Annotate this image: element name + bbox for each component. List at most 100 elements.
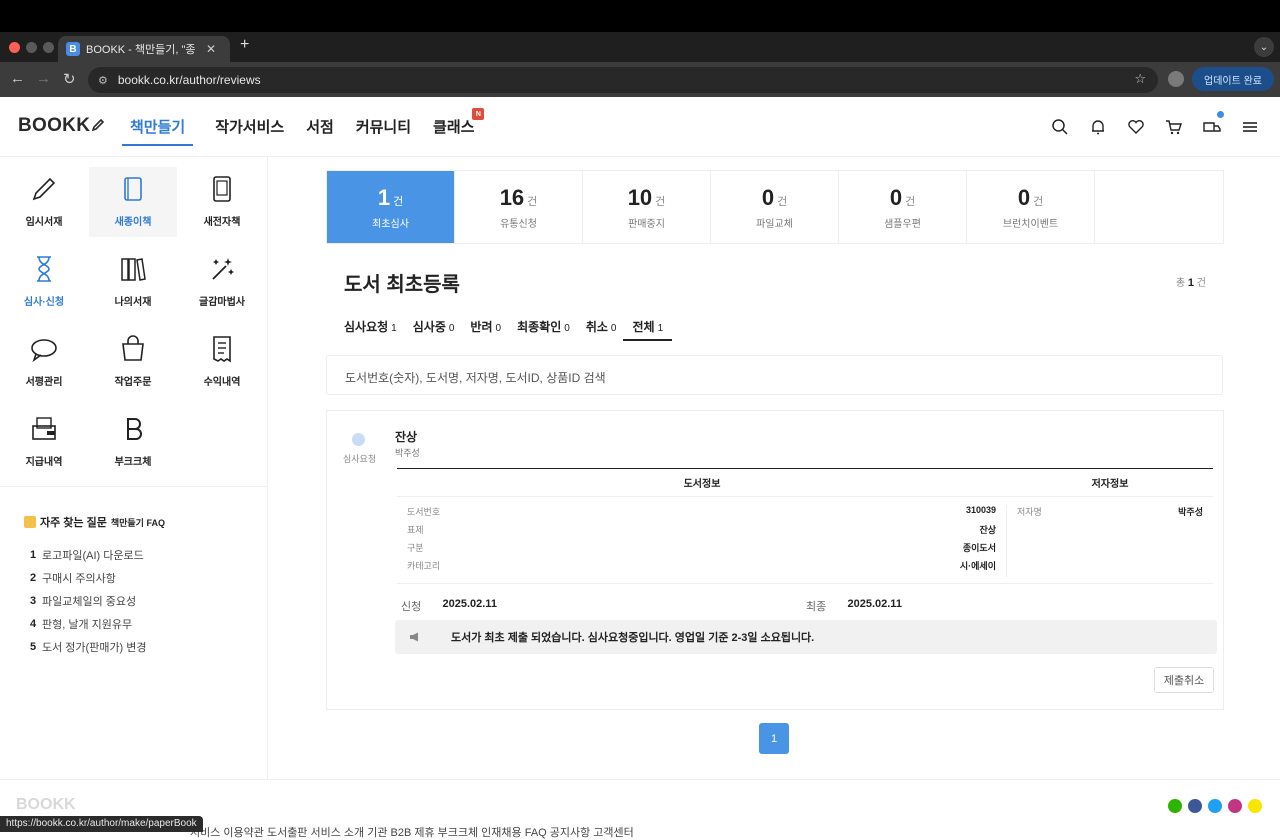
stat-unit: 건	[393, 195, 404, 208]
total-count: 총 1 건	[1176, 274, 1206, 289]
forward-icon[interactable]: →	[36, 70, 51, 87]
sidebar-item-bookk-font[interactable]: 부크크체	[89, 407, 177, 477]
tab-all[interactable]: 전체 1	[623, 318, 673, 341]
sidebar-item-writing-wizard[interactable]: 글감마법사	[178, 247, 266, 317]
twitter-icon[interactable]	[1208, 799, 1222, 813]
main-nav: 책만들기 작가서비스 서점 커뮤니티 클래스 N	[122, 108, 496, 146]
nav-class[interactable]: 클래스 N	[433, 108, 485, 146]
faq-item[interactable]: 5 도서 정가(판매가) 변경	[30, 635, 147, 658]
stat-sales-stop[interactable]: 10 건 판매중지	[583, 171, 711, 243]
sidebar-item-new-ebook[interactable]: 새전자책	[178, 167, 266, 237]
update-button[interactable]: 업데이트 완료	[1192, 67, 1274, 91]
bookmark-star-icon[interactable]: ☆	[1134, 71, 1146, 87]
faq-item[interactable]: 3 파일교체일의 중요성	[30, 589, 147, 612]
faq-item[interactable]: 1 로고파일(AI) 다운로드	[30, 543, 147, 566]
nav-author-service[interactable]: 작가서비스	[215, 116, 284, 146]
footer-links[interactable]: 서비스 이용약관 도서출판 서비스 소개 기관 B2B 제휴 부크크체 인재채용…	[190, 824, 634, 840]
left-sidebar: 임시서재 새종이책 새전자책 심사·신청 나의서재 글감마법사 서평관리 작업주…	[0, 157, 268, 779]
search-input[interactable]: 도서번호(숫자), 도서명, 저자명, 도서ID, 상품ID 검색	[326, 355, 1223, 395]
cancel-submission-button[interactable]: 제출취소	[1154, 667, 1214, 693]
new-tab-icon[interactable]: +	[240, 36, 249, 54]
instagram-icon[interactable]	[1228, 799, 1242, 813]
sidebar-divider	[0, 486, 268, 487]
search-icon[interactable]	[1050, 117, 1070, 137]
naver-blog-icon[interactable]	[1168, 799, 1182, 813]
bookk-b-icon	[127, 418, 142, 440]
bell-icon[interactable]	[1088, 117, 1108, 137]
close-window-icon[interactable]	[9, 42, 20, 53]
stat-initial-review[interactable]: 1건 최초심사	[327, 171, 455, 243]
sidebar-item-revenue[interactable]: 수익내역	[178, 327, 266, 397]
hamburger-menu-icon[interactable]	[1240, 117, 1260, 137]
maximize-window-icon[interactable]	[43, 42, 54, 53]
stat-label: 샘플우편	[884, 218, 921, 230]
book-info-column: 도서번호 310039 표제 잔상 구분 종이도서 카테고리 시·에세이	[397, 505, 1007, 577]
info-value: 310039	[965, 505, 996, 515]
sidebar-item-review-request[interactable]: 심사·신청	[0, 247, 88, 317]
magic-wand-icon	[212, 258, 234, 280]
tab-under-review[interactable]: 심사중 0	[413, 318, 455, 341]
tab-title: BOOKK - 책만들기, "종이책, 전자	[86, 44, 196, 56]
browser-tab-bar: B BOOKK - 책만들기, "종이책, 전자 ✕	[0, 32, 1280, 62]
faq-text: 로고파일(AI) 다운로드	[42, 549, 144, 562]
tab-close-icon[interactable]: ✕	[206, 42, 216, 56]
status-label: 심사요청	[343, 454, 377, 464]
stat-unit: 건	[655, 195, 666, 208]
tab-review-request[interactable]: 심사요청 1	[344, 318, 397, 341]
stat-sample-mail[interactable]: 0건 샘플우편	[839, 171, 967, 243]
delivery-truck-icon[interactable]	[1202, 111, 1224, 137]
sidebar-item-label: 부크크체	[114, 457, 152, 468]
facebook-icon[interactable]	[1188, 799, 1202, 813]
notification-dot	[1217, 111, 1224, 118]
faq-num: 1	[30, 548, 37, 561]
link-hover-status: https://bookk.co.kr/author/make/paperBoo…	[0, 816, 203, 832]
sidebar-item-label: 심사·신청	[23, 297, 65, 308]
sidebar-item-new-paper-book[interactable]: 새종이책	[89, 167, 177, 237]
footer-logo[interactable]: BOOKK	[16, 796, 76, 814]
sidebar-item-label: 글감마법사	[199, 297, 245, 308]
heart-icon[interactable]	[1126, 117, 1146, 137]
sidebar-item-payouts[interactable]: 지급내역	[0, 407, 88, 477]
tab-rejected[interactable]: 반려 0	[470, 318, 501, 341]
stat-distribution-request[interactable]: 16 건 유통신청	[455, 171, 583, 243]
sidebar-item-my-library[interactable]: 나의서재	[89, 247, 177, 317]
stat-number: 16	[499, 184, 525, 210]
sidebar-item-book-reviews[interactable]: 서평관리	[0, 327, 88, 397]
site-info-icon[interactable]: ⚙	[98, 74, 108, 87]
tab-cancelled[interactable]: 취소 0	[586, 318, 617, 341]
stat-file-replace[interactable]: 0건 파일교체	[711, 171, 839, 243]
faq-item[interactable]: 4 판형, 날개 지원유무	[30, 612, 147, 635]
site-logo[interactable]: BOOKK	[18, 115, 106, 137]
faq-item[interactable]: 2 구매시 주의사항	[30, 566, 147, 589]
info-key: 도서번호	[407, 507, 441, 517]
screen-top-bar	[0, 0, 1280, 32]
tab-final-check[interactable]: 최종확인 0	[517, 318, 570, 341]
reload-icon[interactable]: ↻	[63, 70, 76, 88]
browser-tab[interactable]: B BOOKK - 책만들기, "종이책, 전자 ✕	[58, 36, 230, 62]
url-field[interactable]: ⚙ bookk.co.kr/author/reviews ☆	[88, 67, 1158, 93]
book-info-header: 도서정보	[683, 479, 721, 490]
faq-emoji-icon	[24, 516, 36, 528]
back-icon[interactable]: ←	[10, 70, 25, 87]
final-date: 2025.02.11	[847, 598, 902, 610]
profile-avatar[interactable]	[1168, 71, 1184, 87]
book-title[interactable]: 잔상	[395, 428, 417, 445]
faq-text: 구매시 주의사항	[42, 572, 116, 585]
info-key: 구분	[407, 543, 424, 553]
url-text: bookk.co.kr/author/reviews	[117, 73, 261, 87]
minimize-window-icon[interactable]	[26, 42, 37, 53]
hourglass-icon	[37, 256, 51, 282]
nav-make-book[interactable]: 책만들기	[122, 116, 194, 146]
final-label: 최종	[806, 601, 827, 613]
nav-community[interactable]: 커뮤니티	[356, 116, 411, 146]
sidebar-item-work-order[interactable]: 작업주문	[89, 327, 177, 397]
tab-search-icon[interactable]: ⌄	[1254, 37, 1274, 57]
sidebar-item-temp-library[interactable]: 임시서재	[0, 167, 88, 237]
stat-brunch-event[interactable]: 0건 브런치이벤트	[967, 171, 1095, 243]
pagination-page-button[interactable]: 1	[759, 723, 789, 754]
sidebar-item-label: 임시서재	[25, 217, 63, 228]
sidebar-item-label: 새전자책	[203, 217, 241, 228]
kakaotalk-icon[interactable]	[1248, 799, 1262, 813]
cart-icon[interactable]	[1164, 117, 1184, 137]
nav-bookstore[interactable]: 서점	[306, 116, 334, 146]
